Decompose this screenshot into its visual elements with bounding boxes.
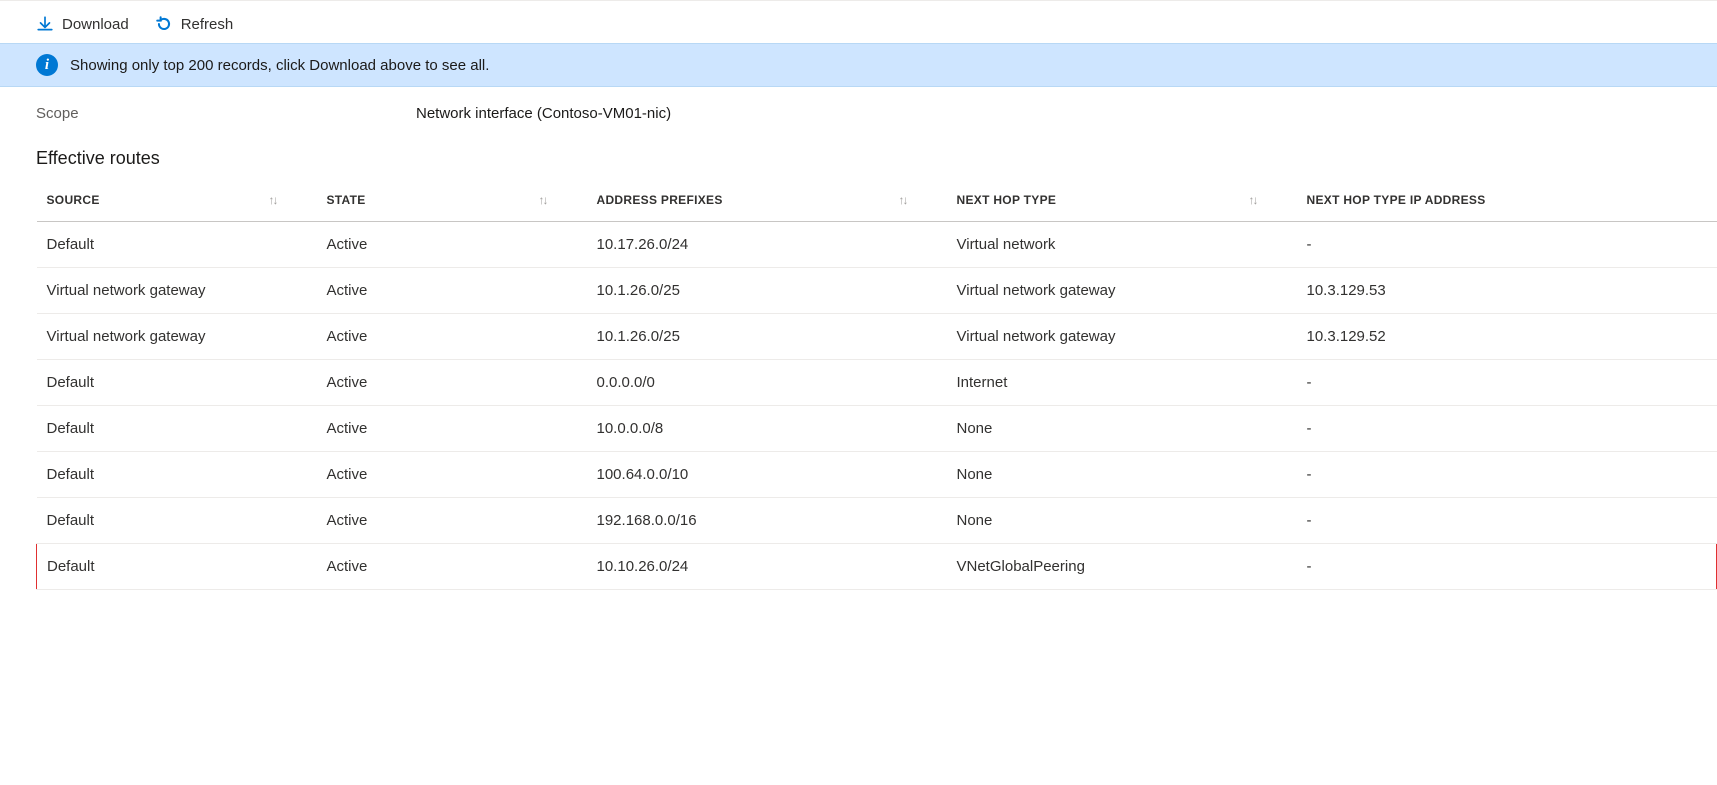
table-row[interactable]: DefaultActive100.64.0.0/10None-	[37, 452, 1717, 498]
cell-next-hop-ip: 10.3.129.52	[1297, 314, 1717, 360]
column-header-source[interactable]: Source ↑↓	[37, 179, 317, 222]
table-row[interactable]: Virtual network gatewayActive10.1.26.0/2…	[37, 268, 1717, 314]
cell-state: Active	[317, 406, 587, 452]
sort-icon: ↑↓	[899, 193, 907, 207]
download-button[interactable]: Download	[36, 15, 129, 33]
column-header-state-label: State	[327, 193, 366, 207]
cell-next-hop-type: Virtual network gateway	[947, 268, 1297, 314]
cell-source: Default	[37, 498, 317, 544]
cell-next-hop-type: Internet	[947, 360, 1297, 406]
cell-source: Virtual network gateway	[37, 268, 317, 314]
refresh-button[interactable]: Refresh	[155, 15, 234, 33]
column-header-address-prefixes[interactable]: Address Prefixes ↑↓	[587, 179, 947, 222]
cell-state: Active	[317, 452, 587, 498]
cell-next-hop-type: None	[947, 498, 1297, 544]
cell-next-hop-ip: -	[1297, 360, 1717, 406]
cell-prefix: 10.1.26.0/25	[587, 314, 947, 360]
table-row[interactable]: DefaultActive0.0.0.0/0Internet-	[37, 360, 1717, 406]
cell-next-hop-ip: -	[1297, 406, 1717, 452]
info-banner: i Showing only top 200 records, click Do…	[0, 43, 1717, 87]
column-header-next-hop-ip-label: Next Hop Type IP Address	[1307, 193, 1486, 207]
cell-source: Default	[37, 452, 317, 498]
section-title: Effective routes	[0, 126, 1717, 179]
cell-next-hop-ip: -	[1297, 452, 1717, 498]
cell-next-hop-type: Virtual network gateway	[947, 314, 1297, 360]
sort-icon: ↑↓	[539, 193, 547, 207]
column-header-next-hop-type[interactable]: Next Hop Type ↑↓	[947, 179, 1297, 222]
routes-table: Source ↑↓ State ↑↓ Address Prefixes ↑↓ N…	[36, 179, 1717, 590]
cell-source: Default	[37, 544, 317, 590]
table-row[interactable]: Virtual network gatewayActive10.1.26.0/2…	[37, 314, 1717, 360]
info-banner-text: Showing only top 200 records, click Down…	[70, 57, 489, 74]
scope-label: Scope	[36, 105, 416, 122]
cell-state: Active	[317, 360, 587, 406]
sort-icon: ↑↓	[269, 193, 277, 207]
cell-prefix: 10.1.26.0/25	[587, 268, 947, 314]
cell-next-hop-type: None	[947, 452, 1297, 498]
cell-next-hop-ip: 10.3.129.53	[1297, 268, 1717, 314]
scope-row: Scope Network interface (Contoso-VM01-ni…	[0, 87, 1717, 126]
cell-prefix: 10.10.26.0/24	[587, 544, 947, 590]
column-header-address-prefixes-label: Address Prefixes	[597, 193, 723, 207]
table-row[interactable]: DefaultActive10.10.26.0/24VNetGlobalPeer…	[37, 544, 1717, 590]
scope-value: Network interface (Contoso-VM01-nic)	[416, 105, 671, 122]
cell-source: Default	[37, 406, 317, 452]
cell-source: Virtual network gateway	[37, 314, 317, 360]
table-row[interactable]: DefaultActive10.0.0.0/8None-	[37, 406, 1717, 452]
download-button-label: Download	[62, 16, 129, 33]
refresh-button-label: Refresh	[181, 16, 234, 33]
table-row[interactable]: DefaultActive10.17.26.0/24Virtual networ…	[37, 222, 1717, 268]
routes-header-row: Source ↑↓ State ↑↓ Address Prefixes ↑↓ N…	[37, 179, 1717, 222]
cell-next-hop-type: VNetGlobalPeering	[947, 544, 1297, 590]
column-header-next-hop-ip[interactable]: Next Hop Type IP Address	[1297, 179, 1717, 222]
column-header-next-hop-type-label: Next Hop Type	[957, 193, 1057, 207]
cell-prefix: 192.168.0.0/16	[587, 498, 947, 544]
cell-state: Active	[317, 314, 587, 360]
cell-prefix: 100.64.0.0/10	[587, 452, 947, 498]
cell-state: Active	[317, 498, 587, 544]
cell-state: Active	[317, 222, 587, 268]
download-icon	[36, 15, 54, 33]
cell-next-hop-type: Virtual network	[947, 222, 1297, 268]
cell-prefix: 10.17.26.0/24	[587, 222, 947, 268]
cell-next-hop-ip: -	[1297, 544, 1717, 590]
cell-next-hop-type: None	[947, 406, 1297, 452]
cell-prefix: 0.0.0.0/0	[587, 360, 947, 406]
cell-next-hop-ip: -	[1297, 222, 1717, 268]
info-icon: i	[36, 54, 58, 76]
column-header-source-label: Source	[47, 193, 100, 207]
cell-source: Default	[37, 222, 317, 268]
column-header-state[interactable]: State ↑↓	[317, 179, 587, 222]
cell-next-hop-ip: -	[1297, 498, 1717, 544]
cell-prefix: 10.0.0.0/8	[587, 406, 947, 452]
table-row[interactable]: DefaultActive192.168.0.0/16None-	[37, 498, 1717, 544]
cell-source: Default	[37, 360, 317, 406]
cell-state: Active	[317, 268, 587, 314]
cell-state: Active	[317, 544, 587, 590]
toolbar: Download Refresh	[0, 15, 1717, 43]
sort-icon: ↑↓	[1249, 193, 1257, 207]
refresh-icon	[155, 15, 173, 33]
